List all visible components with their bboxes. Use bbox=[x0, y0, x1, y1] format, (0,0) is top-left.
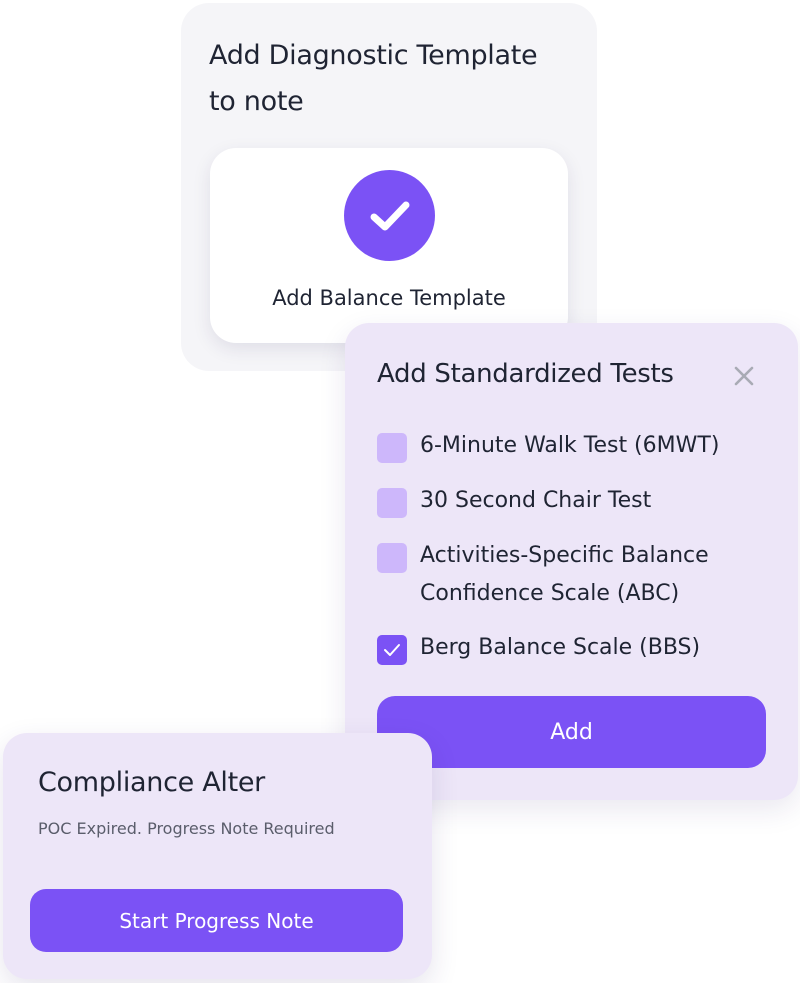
balance-template-label: Add Balance Template bbox=[272, 286, 506, 310]
test-label: Activities-Specific Balance Confidence S… bbox=[420, 543, 709, 606]
diagnostic-template-card: Add Diagnostic Template to note Add Bala… bbox=[181, 3, 597, 371]
balance-template-option[interactable]: Add Balance Template bbox=[210, 148, 568, 343]
test-option-abc[interactable]: Activities-Specific Balance Confidence S… bbox=[377, 537, 750, 613]
checkbox-unchecked[interactable] bbox=[377, 433, 407, 463]
test-option-chair-test[interactable]: 30 Second Chair Test bbox=[377, 482, 750, 520]
add-button[interactable]: Add bbox=[377, 696, 766, 768]
standardized-tests-dialog: Add Standardized Tests 6-Minute Walk Tes… bbox=[345, 323, 798, 800]
selected-check-badge bbox=[344, 170, 435, 261]
test-option-6mwt[interactable]: 6-Minute Walk Test (6MWT) bbox=[377, 427, 750, 465]
alert-title: Compliance Alter bbox=[38, 767, 265, 798]
alert-message: POC Expired. Progress Note Required bbox=[38, 819, 335, 838]
test-option-bbs[interactable]: Berg Balance Scale (BBS) bbox=[377, 629, 750, 667]
start-progress-note-button[interactable]: Start Progress Note bbox=[30, 889, 403, 952]
dialog-title: Add Standardized Tests bbox=[377, 359, 674, 389]
diagnostic-card-title: Add Diagnostic Template to note bbox=[209, 40, 538, 117]
compliance-alert-card: Compliance Alter POC Expired. Progress N… bbox=[3, 733, 432, 979]
close-button[interactable] bbox=[731, 363, 757, 389]
checkbox-unchecked[interactable] bbox=[377, 488, 407, 518]
check-icon bbox=[384, 644, 400, 656]
check-icon bbox=[370, 201, 409, 230]
test-label: 6-Minute Walk Test (6MWT) bbox=[420, 433, 720, 458]
close-icon bbox=[734, 366, 754, 386]
checkbox-unchecked[interactable] bbox=[377, 543, 407, 573]
test-label: Berg Balance Scale (BBS) bbox=[420, 635, 701, 660]
test-label: 30 Second Chair Test bbox=[420, 488, 652, 513]
canvas: Add Diagnostic Template to note Add Bala… bbox=[0, 0, 800, 983]
checkbox-checked[interactable] bbox=[377, 635, 407, 665]
